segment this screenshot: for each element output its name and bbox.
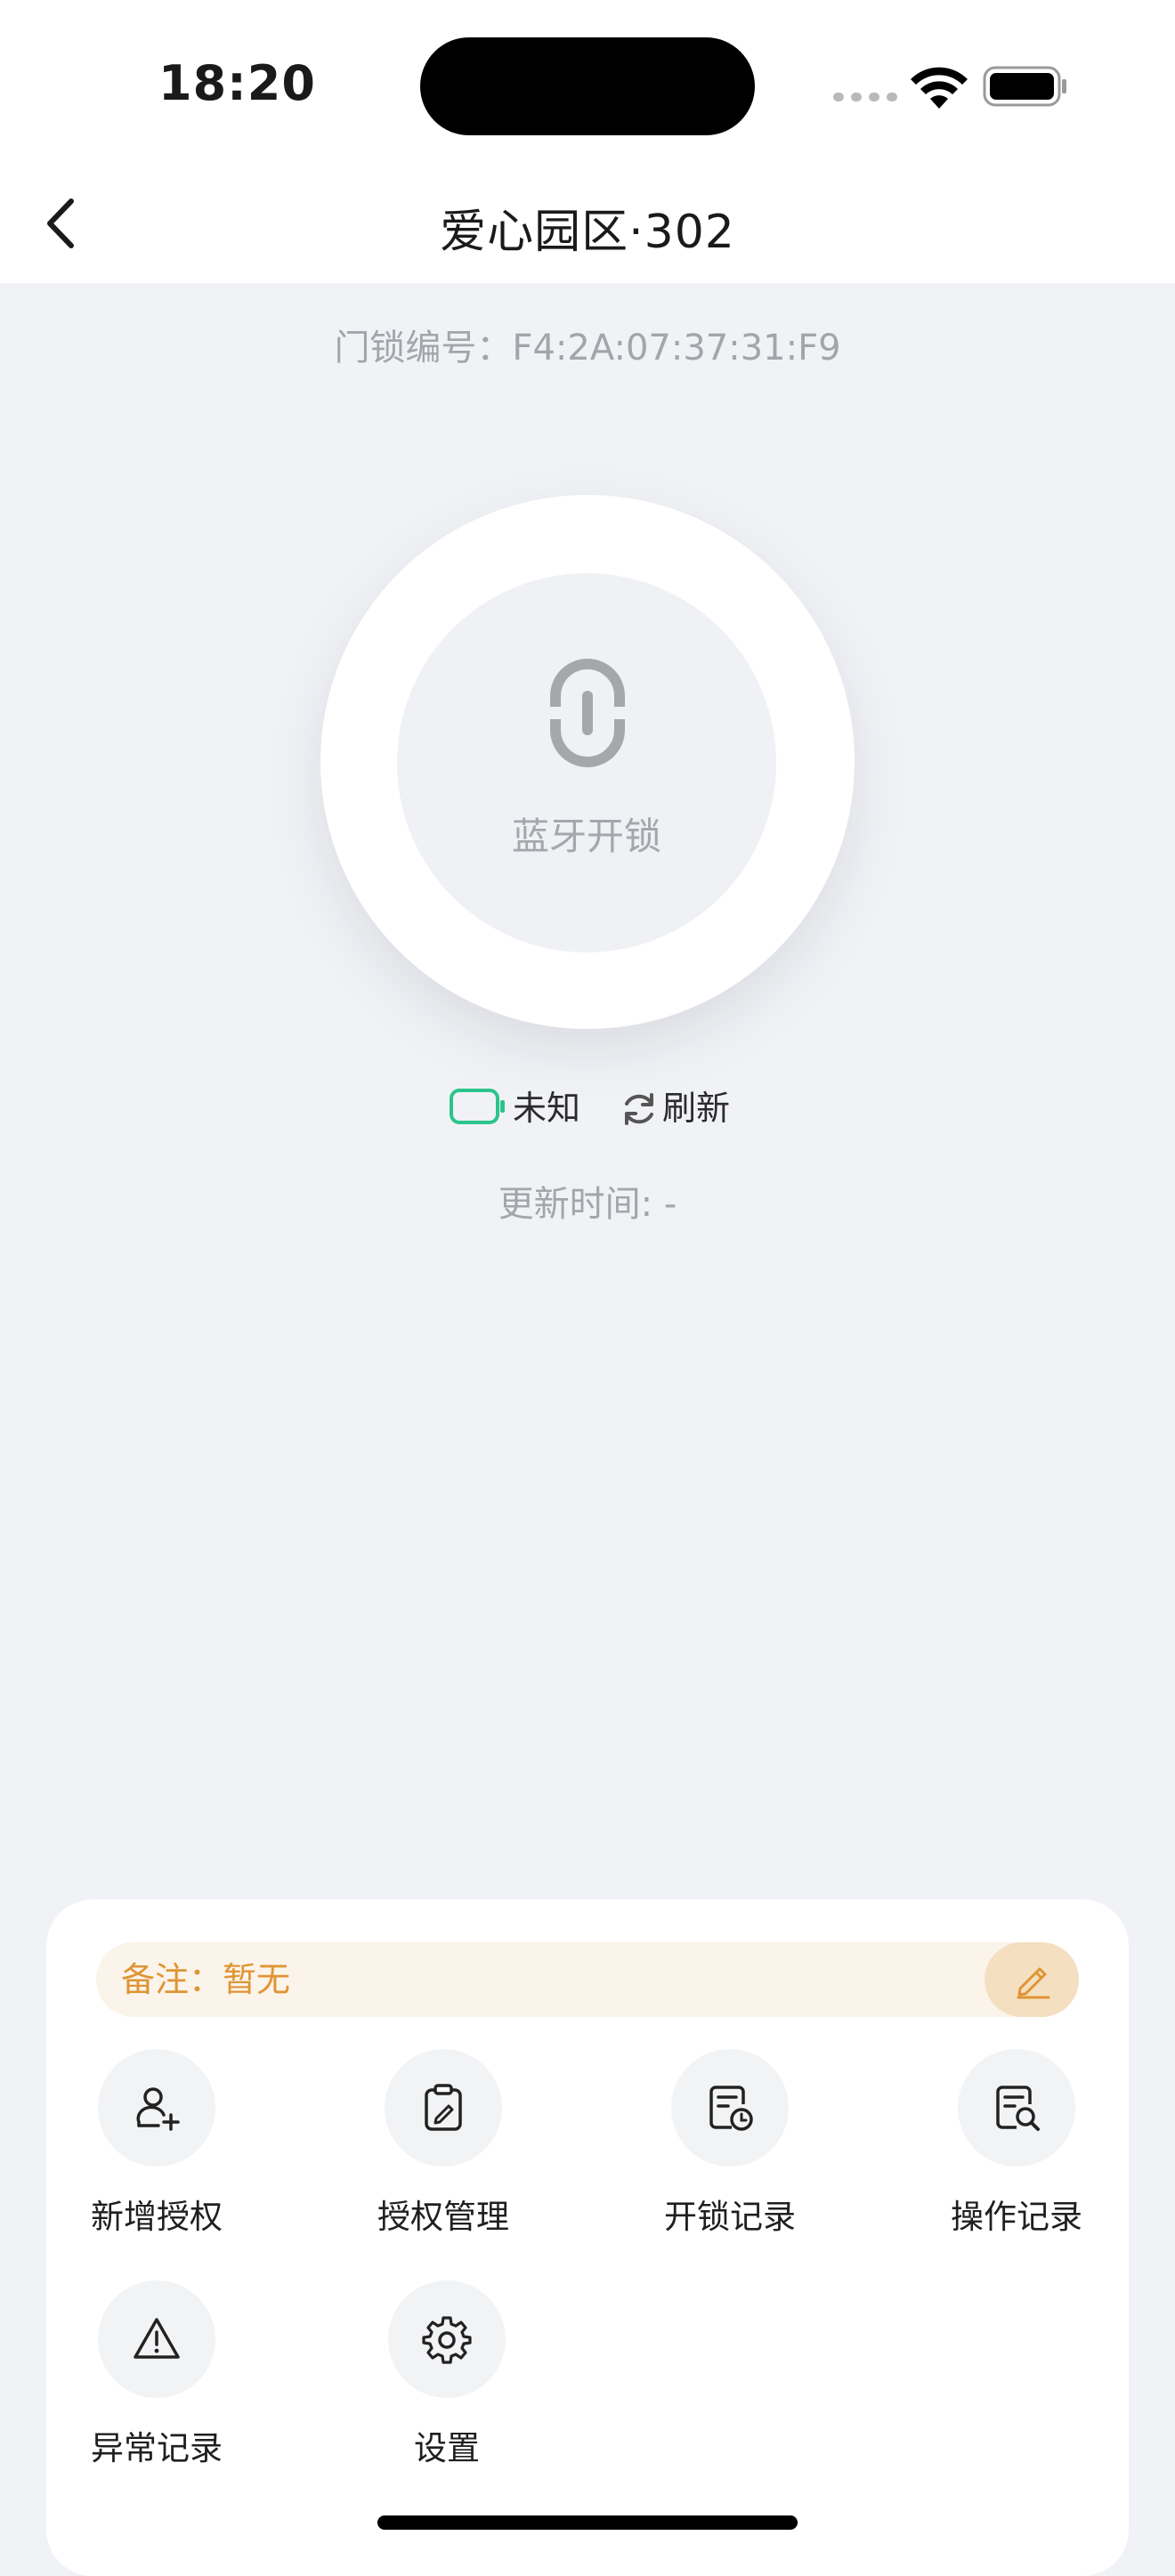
- note-text: 备注：暂无: [121, 1960, 291, 1999]
- action-label: 设置: [414, 2429, 480, 2467]
- refresh-label: 刷新: [662, 1089, 731, 1128]
- warning-icon: [134, 2318, 180, 2359]
- record-clock-icon: [709, 2086, 753, 2131]
- action-label: 操作记录: [951, 2198, 1082, 2236]
- action-label: 新增授权: [91, 2198, 223, 2236]
- page-title: 爱心园区·302: [440, 206, 735, 259]
- battery-icon: [983, 66, 1066, 107]
- settings-button[interactable]: 设置: [367, 2280, 527, 2469]
- battery-status-icon: [450, 1089, 505, 1124]
- unlock-records-button[interactable]: 开锁记录: [650, 2049, 810, 2238]
- action-label: 开锁记录: [664, 2198, 796, 2236]
- pencil-icon: [1017, 1967, 1050, 1999]
- lock-id-text: 门锁编号：F4:2A:07:37:31:F9: [334, 328, 841, 369]
- status-time: 18:20: [158, 55, 316, 111]
- lock-status-row: 未知 刷新: [0, 1084, 1175, 1134]
- authorization-management-button[interactable]: 授权管理: [363, 2049, 523, 2238]
- record-search-icon: [996, 2086, 1040, 2131]
- link-icon: [550, 659, 625, 767]
- action-label: 异常记录: [91, 2429, 223, 2467]
- cellular-signal-icon: [833, 93, 897, 101]
- update-time-text: 更新时间: -: [498, 1184, 677, 1225]
- refresh-icon: [625, 1093, 653, 1125]
- operation-records-button[interactable]: 操作记录: [936, 2049, 1097, 2238]
- clipboard-edit-icon: [425, 2084, 462, 2131]
- edit-note-button[interactable]: [985, 1942, 1079, 2017]
- add-user-icon: [136, 2087, 180, 2131]
- add-authorization-button[interactable]: 新增授权: [77, 2049, 237, 2238]
- dynamic-island: [420, 37, 755, 135]
- gear-icon: [422, 2316, 472, 2364]
- home-indicator: [377, 2515, 798, 2530]
- wifi-icon: [911, 67, 968, 109]
- exception-records-button[interactable]: 异常记录: [77, 2280, 237, 2469]
- unlock-label: 蓝牙开锁: [511, 814, 661, 858]
- action-label: 授权管理: [377, 2198, 509, 2236]
- battery-status-text: 未知: [513, 1089, 581, 1128]
